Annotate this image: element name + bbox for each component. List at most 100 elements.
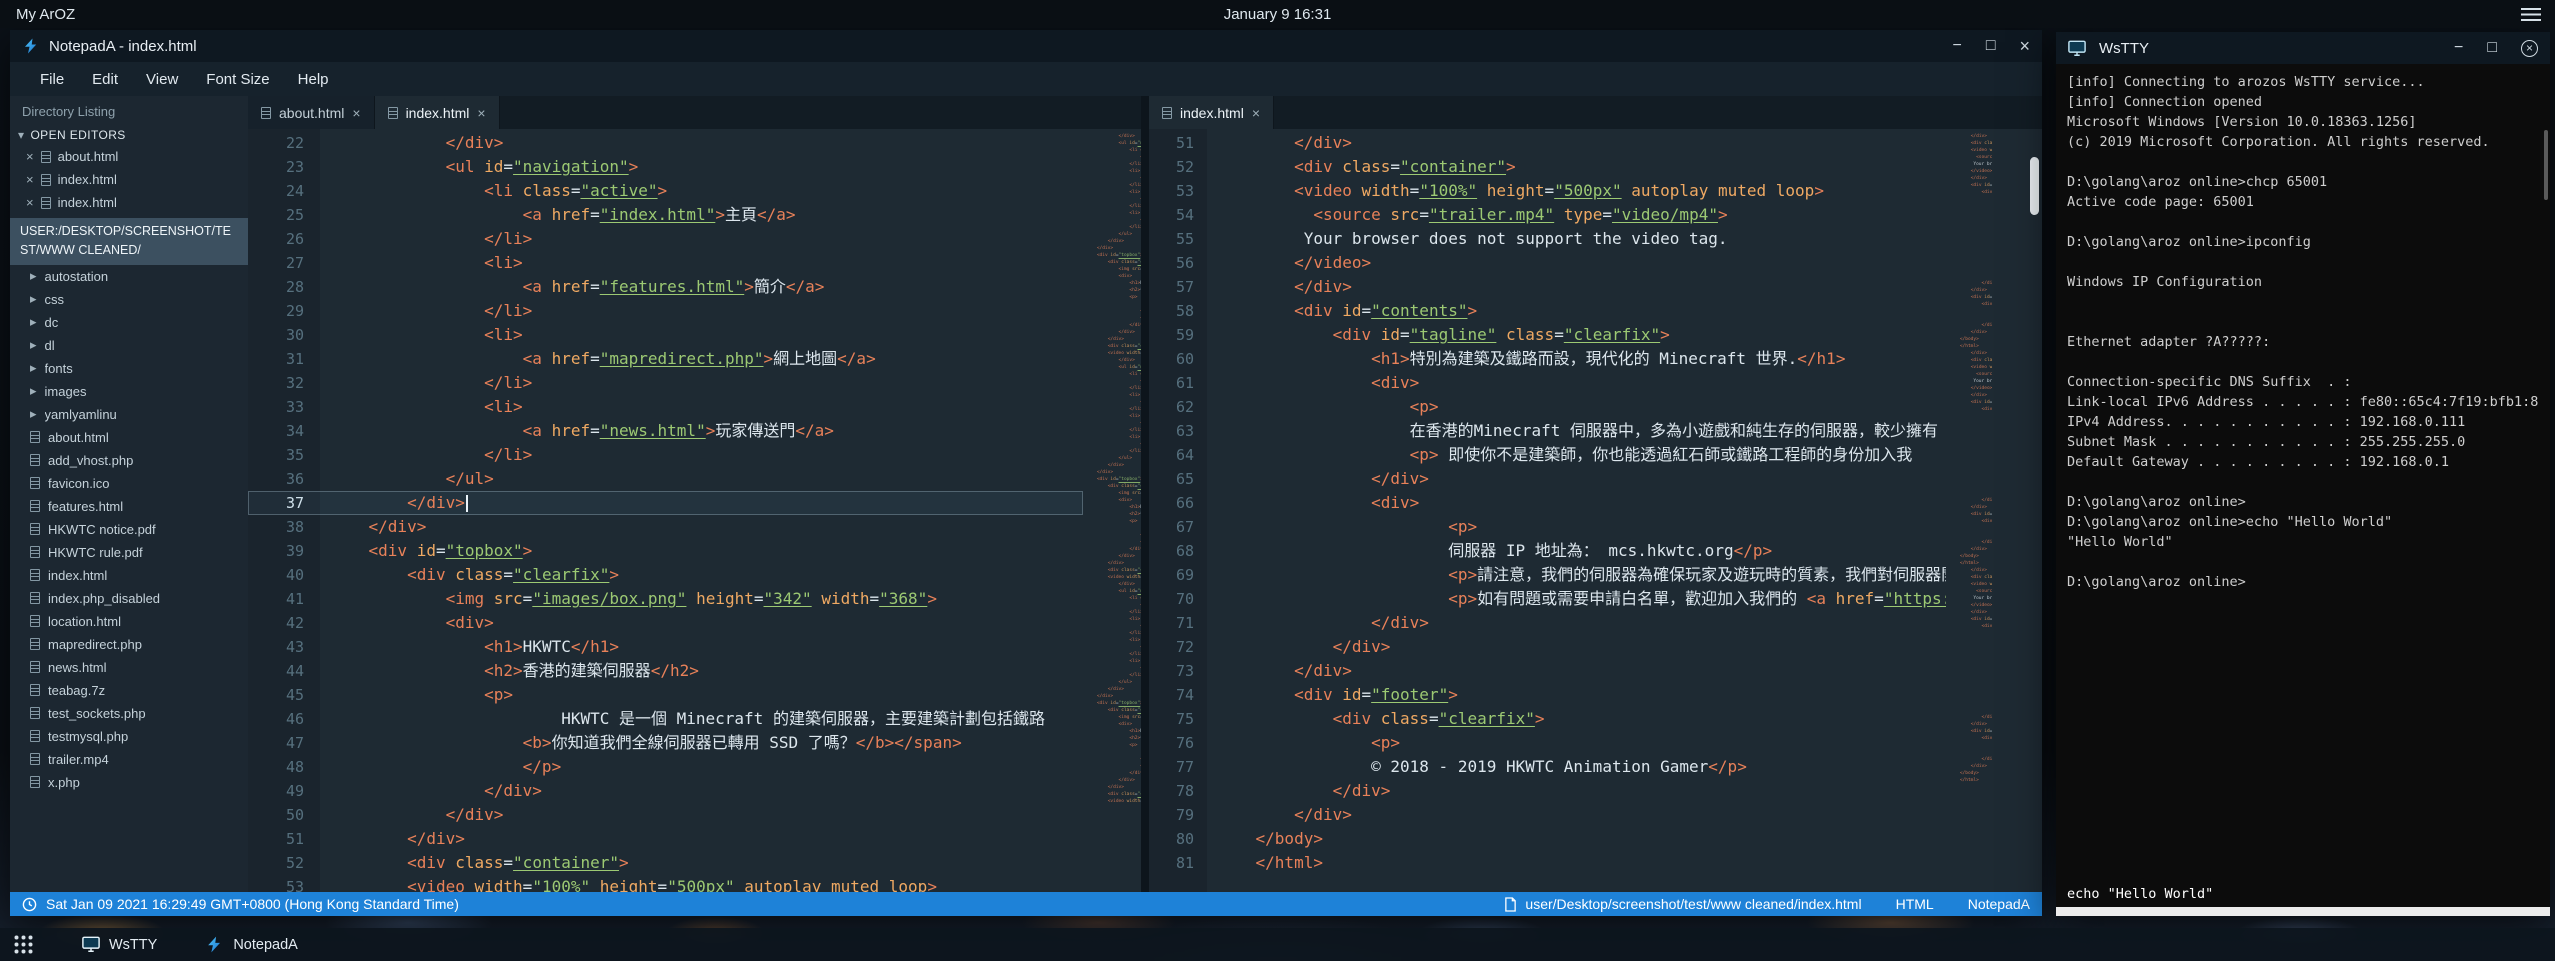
- line-number[interactable]: 46: [248, 707, 320, 731]
- sidebar-file[interactable]: test_sockets.php: [10, 702, 248, 725]
- menu-font-size[interactable]: Font Size: [192, 66, 283, 93]
- code-line[interactable]: 52 <div class="container">: [248, 851, 1083, 875]
- code-line[interactable]: 53 <video width="100%" height="500px" au…: [1149, 179, 1946, 203]
- line-number[interactable]: 22: [248, 131, 320, 155]
- line-number[interactable]: 29: [248, 299, 320, 323]
- tab-close-icon[interactable]: [477, 105, 485, 121]
- sidebar-folder[interactable]: images: [10, 380, 248, 403]
- line-number[interactable]: 35: [248, 443, 320, 467]
- line-number[interactable]: 81: [1149, 851, 1207, 875]
- code-line[interactable]: 80 </body>: [1149, 827, 1946, 851]
- line-number[interactable]: 75: [1149, 707, 1207, 731]
- sidebar-file[interactable]: x.php: [10, 771, 248, 794]
- code-line[interactable]: 46 HKWTC 是一個 Minecraft 的建築伺服器，主要建築計劃包括鐵路: [248, 707, 1083, 731]
- code-line[interactable]: 77 © 2018 - 2019 HKWTC Animation Gamer</…: [1149, 755, 1946, 779]
- code-line[interactable]: 72 </div>: [1149, 635, 1946, 659]
- wstty-titlebar[interactable]: WsTTY: [2056, 32, 2550, 64]
- scrollbar-track[interactable]: [1992, 129, 2042, 892]
- code-line[interactable]: 56 </video>: [1149, 251, 1946, 275]
- line-number[interactable]: 50: [248, 803, 320, 827]
- sidebar-file[interactable]: favicon.ico: [10, 472, 248, 495]
- code-line[interactable]: 33 <li>: [248, 395, 1083, 419]
- terminal-output[interactable]: [info] Connecting to arozos WsTTY servic…: [2056, 64, 2550, 600]
- notepad-titlebar[interactable]: NotepadA - index.html: [10, 30, 2042, 62]
- line-number[interactable]: 59: [1149, 323, 1207, 347]
- line-number[interactable]: 58: [1149, 299, 1207, 323]
- sidebar-folder[interactable]: dc: [10, 311, 248, 334]
- code-line[interactable]: 50 </div>: [248, 803, 1083, 827]
- close-icon[interactable]: [26, 149, 34, 164]
- line-number[interactable]: 28: [248, 275, 320, 299]
- line-number[interactable]: 62: [1149, 395, 1207, 419]
- line-number[interactable]: 53: [248, 875, 320, 892]
- line-number[interactable]: 27: [248, 251, 320, 275]
- code-line[interactable]: 43 <h1>HKWTC</h1>: [248, 635, 1083, 659]
- menu-view[interactable]: View: [132, 66, 192, 93]
- code-line[interactable]: 58 <div id="contents">: [1149, 299, 1946, 323]
- line-number[interactable]: 77: [1149, 755, 1207, 779]
- sidebar-file[interactable]: index.php_disabled: [10, 587, 248, 610]
- code-line[interactable]: 79 </div>: [1149, 803, 1946, 827]
- line-number[interactable]: 51: [248, 827, 320, 851]
- line-number[interactable]: 53: [1149, 179, 1207, 203]
- code-line[interactable]: 73 </div>: [1149, 659, 1946, 683]
- sidebar-file[interactable]: mapredirect.php: [10, 633, 248, 656]
- code-line[interactable]: 25 <a href="index.html">主頁</a>: [248, 203, 1083, 227]
- code-line[interactable]: 24 <li class="active">: [248, 179, 1083, 203]
- code-line[interactable]: 27 <li>: [248, 251, 1083, 275]
- sidebar-file[interactable]: features.html: [10, 495, 248, 518]
- maximize-icon[interactable]: [1986, 37, 1996, 55]
- line-number[interactable]: 25: [248, 203, 320, 227]
- code-line[interactable]: 60 <h1>特別為建築及鐵路而設，現代化的 Minecraft 世界.</h1…: [1149, 347, 1946, 371]
- code-editor-right[interactable]: 51 </div>52 <div class="container">53 <v…: [1149, 129, 1946, 892]
- tab-close-icon[interactable]: [352, 105, 360, 121]
- code-line[interactable]: 45 <p>: [248, 683, 1083, 707]
- code-line[interactable]: 44 <h2>香港的建築伺服器</h2>: [248, 659, 1083, 683]
- line-number[interactable]: 52: [1149, 155, 1207, 179]
- code-editor-left[interactable]: 22 </div>23 <ul id="navigation">24 <li c…: [248, 129, 1083, 892]
- line-number[interactable]: 52: [248, 851, 320, 875]
- menu-help[interactable]: Help: [284, 66, 343, 93]
- menu-file[interactable]: File: [26, 66, 78, 93]
- code-line[interactable]: 22 </div>: [248, 131, 1083, 155]
- minimap-left[interactable]: </div> <ul id="navigation"> <li class="a…: [1083, 129, 1141, 892]
- taskbar-item-wstty[interactable]: WsTTY: [82, 936, 157, 953]
- code-line[interactable]: 64 <p> 即使你不是建築師，你也能透過紅石師或鐵路工程師的身份加入我: [1149, 443, 1946, 467]
- code-line[interactable]: 81 </html>: [1149, 851, 1946, 875]
- line-number[interactable]: 61: [1149, 371, 1207, 395]
- line-number[interactable]: 40: [248, 563, 320, 587]
- pane-splitter[interactable]: [1141, 96, 1149, 892]
- minimize-icon[interactable]: [1952, 37, 1961, 55]
- line-number[interactable]: 64: [1149, 443, 1207, 467]
- code-line[interactable]: 65 </div>: [1149, 467, 1946, 491]
- scrollbar-thumb[interactable]: [2030, 157, 2039, 215]
- sidebar-folder[interactable]: css: [10, 288, 248, 311]
- code-line[interactable]: 51 </div>: [248, 827, 1083, 851]
- hamburger-menu-icon[interactable]: [2521, 8, 2541, 21]
- line-number[interactable]: 33: [248, 395, 320, 419]
- sidebar-file[interactable]: news.html: [10, 656, 248, 679]
- sidebar-file[interactable]: HKWTC notice.pdf: [10, 518, 248, 541]
- code-line[interactable]: 78 </div>: [1149, 779, 1946, 803]
- line-number[interactable]: 32: [248, 371, 320, 395]
- line-number[interactable]: 60: [1149, 347, 1207, 371]
- line-number[interactable]: 42: [248, 611, 320, 635]
- line-number[interactable]: 74: [1149, 683, 1207, 707]
- code-line[interactable]: 35 </li>: [248, 443, 1083, 467]
- code-line[interactable]: 68 伺服器 IP 地址為： mcs.hkwtc.org</p>: [1149, 539, 1946, 563]
- code-line[interactable]: 57 </div>: [1149, 275, 1946, 299]
- code-line[interactable]: 52 <div class="container">: [1149, 155, 1946, 179]
- line-number[interactable]: 38: [248, 515, 320, 539]
- maximize-icon[interactable]: [2487, 39, 2497, 57]
- code-line[interactable]: 40 <div class="clearfix">: [248, 563, 1083, 587]
- line-number[interactable]: 51: [1149, 131, 1207, 155]
- line-number[interactable]: 63: [1149, 419, 1207, 443]
- statusbar-filepath[interactable]: user/Desktop/screenshot/test/www cleaned…: [1525, 896, 1861, 912]
- code-line[interactable]: 42 <div>: [248, 611, 1083, 635]
- terminal-input[interactable]: [2056, 907, 2550, 916]
- line-number[interactable]: 23: [248, 155, 320, 179]
- line-number[interactable]: 48: [248, 755, 320, 779]
- menu-edit[interactable]: Edit: [78, 66, 132, 93]
- sidebar-folder[interactable]: fonts: [10, 357, 248, 380]
- tab-about.html[interactable]: about.html: [248, 96, 375, 129]
